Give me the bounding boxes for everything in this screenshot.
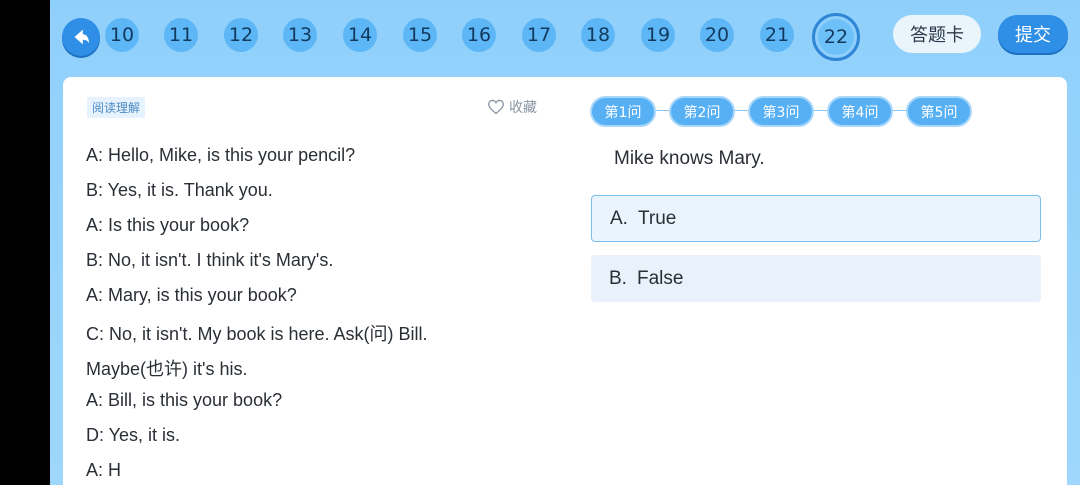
passage-line: B: No, it isn't. I think it's Mary's. xyxy=(86,250,334,270)
passage-line: A: Is this your book? xyxy=(86,215,250,235)
option-text: True xyxy=(638,207,677,229)
option-letter: B. xyxy=(609,267,627,289)
question-number-18[interactable]: 18 xyxy=(581,18,615,52)
question-text: Mike knows Mary. xyxy=(614,148,765,169)
question-number-19[interactable]: 19 xyxy=(641,18,675,52)
back-button[interactable] xyxy=(62,18,100,56)
passage-line: A: Bill, is this your book? xyxy=(86,390,283,410)
passage-line: A: H xyxy=(86,460,122,480)
answer-card-button[interactable]: 答题卡 xyxy=(893,15,981,53)
heart-icon xyxy=(488,99,504,115)
passage-line: B: Yes, it is. Thank you. xyxy=(86,180,273,200)
question-number-16[interactable]: 16 xyxy=(462,18,496,52)
sub-question-tab-2[interactable]: 第2问 xyxy=(669,96,735,127)
favorite-button[interactable]: 收藏 xyxy=(487,97,537,117)
sub-question-tab-3[interactable]: 第3问 xyxy=(748,96,814,127)
passage-line: A: Hello, Mike, is this your pencil? xyxy=(86,145,356,165)
sub-question-tab-5[interactable]: 第5问 xyxy=(906,96,972,127)
option-a[interactable]: A. True xyxy=(591,195,1041,242)
question-panel: 第1问 第2问 第3问 第4问 第5问 Mike knows Mary. A. … xyxy=(563,77,1067,485)
quiz-screen: 10 11 12 13 14 15 16 17 18 19 20 21 22 答… xyxy=(50,0,1080,485)
favorite-label: 收藏 xyxy=(509,100,537,116)
question-number-21[interactable]: 21 xyxy=(760,18,794,52)
question-number-15[interactable]: 15 xyxy=(403,18,437,52)
question-number-22-current[interactable]: 22 xyxy=(812,13,860,61)
option-letter: A. xyxy=(610,207,628,229)
passage-line: C: No, it isn't. My book is here. Ask(问)… xyxy=(86,324,428,344)
question-number-11[interactable]: 11 xyxy=(164,18,198,52)
question-number-13[interactable]: 13 xyxy=(283,18,317,52)
passage-line: D: Yes, it is. xyxy=(86,425,181,445)
question-number-14[interactable]: 14 xyxy=(343,18,377,52)
question-number-20[interactable]: 20 xyxy=(700,18,734,52)
question-number-10[interactable]: 10 xyxy=(105,18,139,52)
passage-line: Maybe(也许) it's his. xyxy=(86,359,248,379)
sub-question-tab-1[interactable]: 第1问 xyxy=(590,96,656,127)
back-arrow-icon xyxy=(74,29,90,45)
sub-question-tab-4[interactable]: 第4问 xyxy=(827,96,893,127)
passage-line: A: Mary, is this your book? xyxy=(86,285,297,305)
question-number-12[interactable]: 12 xyxy=(224,18,258,52)
question-type-tag: 阅读理解 xyxy=(87,97,146,118)
question-number-17[interactable]: 17 xyxy=(522,18,556,52)
passage-panel[interactable]: 阅读理解 收藏 A: Hello, Mike, is this your pen… xyxy=(63,77,563,485)
option-b[interactable]: B. False xyxy=(591,255,1041,302)
submit-button[interactable]: 提交 xyxy=(998,15,1068,53)
option-text: False xyxy=(637,267,684,289)
